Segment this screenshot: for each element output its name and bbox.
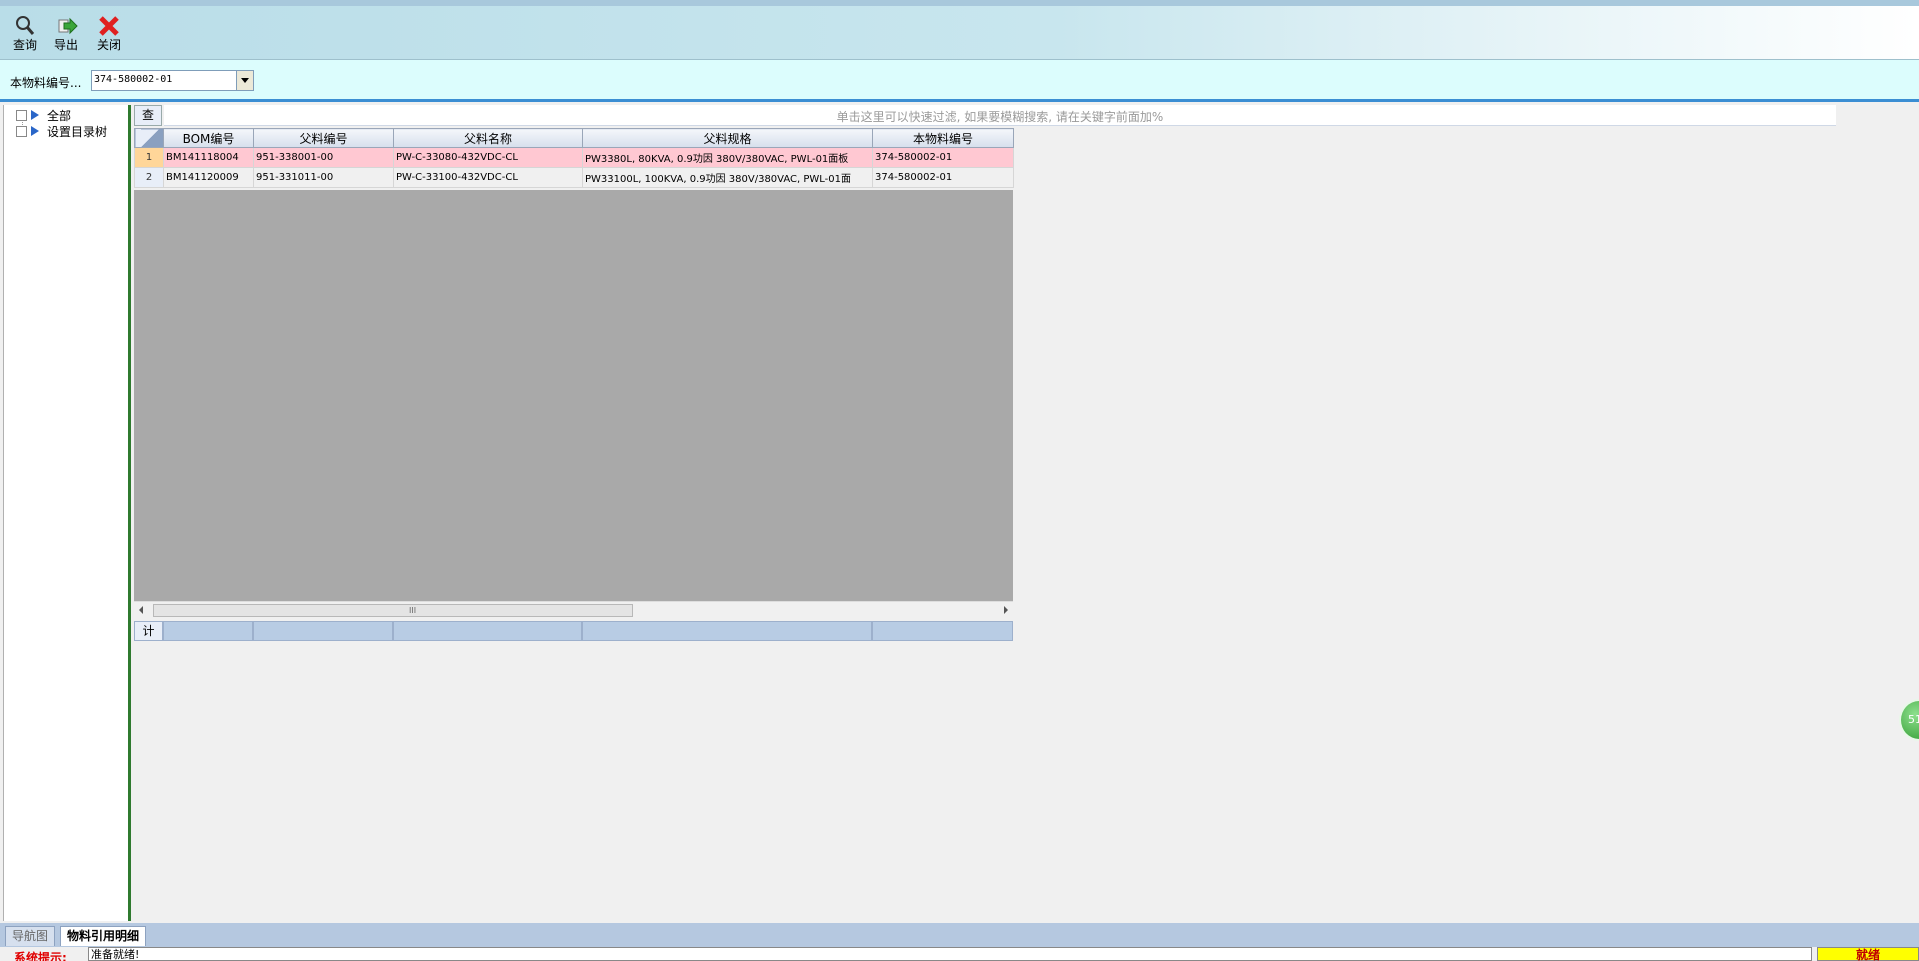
tab-material-usage-detail[interactable]: 物料引用明细 — [60, 926, 147, 946]
column-header-material-code[interactable]: 本物料编号 — [872, 128, 1014, 148]
summary-label: 计 — [134, 621, 163, 641]
status-message: 准备就绪! — [88, 947, 1812, 961]
arrow-right-icon — [31, 110, 39, 120]
quick-filter-hint: 单击这里可以快速过滤, 如果要模糊搜索, 请在关键字前面加% — [836, 110, 1164, 124]
summary-cell — [393, 621, 582, 641]
table-cell[interactable]: PW-C-33080-432VDC-CL — [393, 147, 583, 168]
data-grid: BOM编号 父料编号 父料名称 父料规格 本物料编号 1 BM141118004… — [134, 128, 1014, 188]
tab-bar: 导航图 物料引用明细 — [0, 923, 1919, 947]
tree-item-settings[interactable]: 设置目录树 — [16, 123, 107, 139]
table-cell[interactable]: BM141118004 — [163, 147, 254, 168]
row-number[interactable]: 1 — [134, 147, 164, 168]
material-number-combo[interactable]: 374-580002-01 — [91, 70, 254, 91]
checkbox[interactable] — [16, 125, 27, 137]
quick-filter-row[interactable]: 单击这里可以快速过滤, 如果要模糊搜索, 请在关键字前面加% — [164, 105, 1836, 126]
select-all-corner[interactable] — [134, 128, 164, 148]
status-label: 系统提示: — [14, 951, 67, 961]
close-label: 关闭 — [96, 38, 121, 52]
query-button[interactable]: 查询 — [5, 14, 45, 58]
query-label: 查询 — [12, 38, 37, 52]
summary-cell — [872, 621, 1013, 641]
table-cell[interactable]: 951-331011-00 — [253, 167, 394, 188]
table-cell[interactable]: PW-C-33100-432VDC-CL — [393, 167, 583, 188]
toolbar: 查询 导出 关闭 — [0, 0, 1919, 60]
scroll-left-icon[interactable] — [139, 606, 143, 614]
checkbox[interactable] — [16, 109, 27, 121]
status-ready-badge: 就绪 — [1817, 947, 1919, 961]
column-header-parent-spec[interactable]: 父料规格 — [582, 128, 873, 148]
tree-item-label: 全部 — [47, 108, 72, 123]
export-button[interactable]: 导出 — [46, 14, 86, 58]
grid-empty-area — [134, 190, 1013, 601]
chevron-down-icon[interactable] — [236, 71, 253, 90]
tree-item-all[interactable]: 全部 — [16, 107, 71, 123]
tree-item-label: 设置目录树 — [47, 124, 108, 139]
horizontal-scrollbar[interactable]: III — [134, 601, 1013, 618]
summary-row: 计 — [134, 621, 1013, 641]
table-cell[interactable]: 374-580002-01 — [872, 147, 1014, 168]
table-cell[interactable]: PW33100L, 100KVA, 0.9功因 380V/380VAC, PWL… — [582, 167, 873, 188]
grid-query-button[interactable]: 查 — [134, 105, 162, 126]
row-number[interactable]: 2 — [134, 167, 164, 188]
table-row[interactable]: 1 BM141118004 951-338001-00 PW-C-33080-4… — [134, 147, 1014, 168]
column-header-parent-name[interactable]: 父料名称 — [393, 128, 583, 148]
material-number-label: 本物料编号... — [10, 76, 82, 90]
export-arrow-icon — [46, 14, 86, 38]
table-cell[interactable]: 374-580002-01 — [872, 167, 1014, 188]
summary-cell — [163, 621, 253, 641]
export-label: 导出 — [53, 38, 78, 52]
table-cell[interactable]: PW3380L, 80KVA, 0.9功因 380V/380VAC, PWL-0… — [582, 147, 873, 168]
scroll-thumb[interactable]: III — [153, 604, 633, 617]
table-cell[interactable]: BM141120009 — [163, 167, 254, 188]
table-row[interactable]: 2 BM141120009 951-331011-00 PW-C-33100-4… — [134, 167, 1014, 188]
material-number-value: 374-580002-01 — [94, 74, 173, 85]
filter-bar: 本物料编号... 374-580002-01 — [0, 60, 1919, 102]
column-header-parent-code[interactable]: 父料编号 — [253, 128, 394, 148]
column-header-bom[interactable]: BOM编号 — [163, 128, 254, 148]
tree-pane: 全部 设置目录树 — [3, 105, 131, 921]
arrow-right-icon — [31, 126, 39, 136]
floating-assistant-badge[interactable]: 51 — [1899, 699, 1919, 741]
status-bar: 系统提示: 准备就绪! 就绪 — [0, 947, 1919, 961]
summary-cell — [582, 621, 872, 641]
close-button[interactable]: 关闭 — [89, 14, 129, 58]
scroll-right-icon[interactable] — [1004, 606, 1008, 614]
tab-navigation-map[interactable]: 导航图 — [5, 926, 56, 946]
summary-cell — [253, 621, 393, 641]
table-cell[interactable]: 951-338001-00 — [253, 147, 394, 168]
magnifier-icon — [5, 14, 45, 38]
close-x-icon — [89, 14, 129, 38]
scroll-grip: III — [409, 606, 417, 615]
